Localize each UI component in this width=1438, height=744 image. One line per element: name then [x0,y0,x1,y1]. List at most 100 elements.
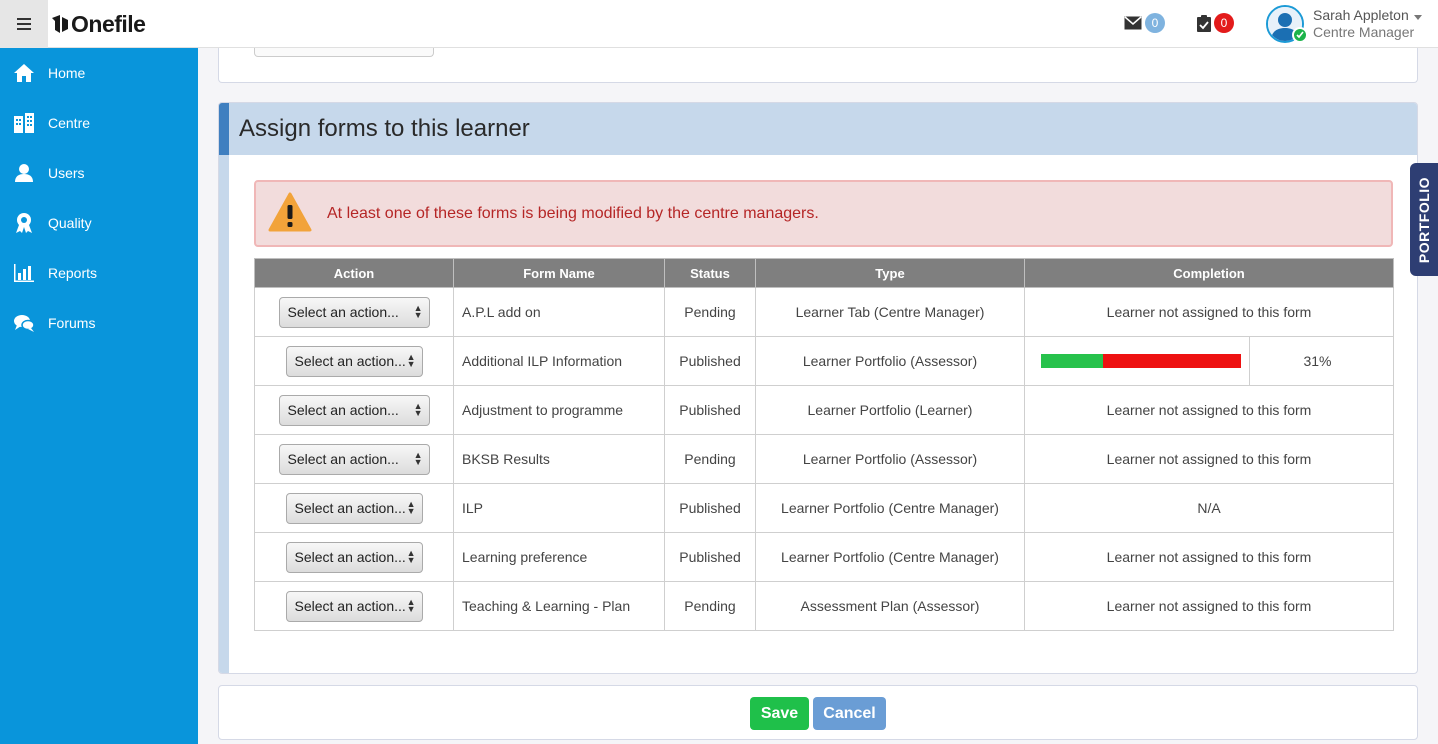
action-select[interactable]: Select an action... ▲ ▼ [285,590,423,622]
table-row: Select an action... ▲ ▼ Learning preferenc… [254,532,1394,582]
cancel-button[interactable]: Cancel [813,697,886,730]
previous-panel [218,48,1418,83]
status-cell: Pending [664,434,756,484]
action-cell: Select an action... ▲ ▼ [254,287,454,337]
action-select-value: Select an action... [294,549,406,565]
column-header-completion: Completion [1024,258,1394,288]
sidebar-item-label: Forums [48,315,96,331]
select-arrows-icon: ▲ ▼ [413,401,423,418]
portfolio-tab-label: PORTFOLIO [1416,176,1432,263]
sidebar-item-reports[interactable]: Reports [0,248,198,298]
home-icon [12,61,36,85]
form-actions-panel: Save Cancel [218,685,1418,740]
table-header-row: Action Form Name Status Type Completion [254,258,1394,288]
action-cell: Select an action... ▲ ▼ [254,483,454,533]
user-role: Centre Manager [1313,24,1415,40]
action-select[interactable]: Select an action... ▲ ▼ [285,541,423,573]
logo-text: Onefile [71,10,146,37]
type-cell: Learner Tab (Centre Manager) [755,287,1025,337]
action-select[interactable]: Select an action... ▲ ▼ [285,492,423,524]
top-bar: Onefile 0 0 Sarah Appleton Centre Manage… [0,0,1438,48]
sidebar-item-label: Reports [48,265,98,281]
type-cell: Learner Portfolio (Assessor) [755,336,1025,386]
action-select[interactable]: Select an action... ▲ ▼ [285,345,423,377]
panel-header: Assign forms to this learner [229,103,1417,155]
table-row: Select an action... ▲ ▼ Teaching & Learnin… [254,581,1394,631]
completion-progress-remaining [1103,354,1241,368]
select-arrows-icon: ▲ ▼ [413,303,423,320]
completion-percent: 31% [1303,353,1332,369]
sidebar-item-label: Home [48,65,86,81]
table-row: Select an action... ▲ ▼ BKSB Results Pendi… [254,434,1394,484]
tasks-button[interactable]: 0 [1197,13,1234,33]
table-row: Select an action... ▲ ▼ Adjustment to prog… [254,385,1394,435]
status-cell: Pending [664,581,756,631]
form-name-cell: Learning preference [453,532,665,582]
menu-toggle-button[interactable] [0,0,48,48]
chat-bubbles-icon [12,311,36,335]
save-button[interactable]: Save [750,697,809,730]
completion-cell: N/A [1024,483,1394,533]
action-select[interactable]: Select an action... ▲ ▼ [278,443,430,475]
sidebar-item-users[interactable]: Users [0,148,198,198]
form-name-cell: Adjustment to programme [453,385,665,435]
sidebar-item-label: Quality [48,215,92,231]
type-cell: Learner Portfolio (Learner) [755,385,1025,435]
column-header-type: Type [755,258,1025,288]
select-arrows-icon: ▲ ▼ [406,499,416,516]
logo-mark-icon [52,15,68,33]
action-select-value: Select an action... [287,304,399,320]
user-menu-caret-icon[interactable] [1414,15,1422,20]
sidebar-item-home[interactable]: Home [0,48,198,98]
portfolio-side-tab[interactable]: PORTFOLIO [1410,163,1438,276]
form-name-cell: BKSB Results [453,434,665,484]
online-status-icon [1292,27,1308,43]
quality-icon [12,211,36,235]
action-select[interactable]: Select an action... ▲ ▼ [278,394,430,426]
form-name-cell: Additional ILP Information [453,336,665,386]
onefile-logo[interactable]: Onefile [52,10,146,38]
column-header-action: Action [254,258,454,288]
table-row: Select an action... ▲ ▼ Additional ILP Inf… [254,336,1394,386]
completion-cell: Learner not assigned to this form [1024,385,1394,435]
sidebar-item-label: Centre [48,115,91,131]
bar-chart-icon [12,261,36,285]
type-cell: Learner Portfolio (Assessor) [755,434,1025,484]
column-header-form-name: Form Name [453,258,665,288]
type-cell: Assessment Plan (Assessor) [755,581,1025,631]
sidebar-item-quality[interactable]: Quality [0,198,198,248]
sidebar-item-forums[interactable]: Forums [0,298,198,348]
action-select-value: Select an action... [287,451,399,467]
table-row: Select an action... ▲ ▼ A.P.L add on Pendi… [254,287,1394,337]
warning-alert: At least one of these forms is being mod… [254,180,1393,247]
panel-accent-bar [219,103,229,673]
sidebar-item-label: Users [48,165,85,181]
clipboard-icon [1197,14,1211,32]
status-cell: Published [664,532,756,582]
completion-cell: Learner not assigned to this form [1024,434,1394,484]
envelope-icon [1124,16,1142,30]
table-row: Select an action... ▲ ▼ ILP Published Lear… [254,483,1394,533]
completion-progress-bar [1041,354,1241,368]
sidebar-item-centre[interactable]: Centre [0,98,198,148]
completion-cell: Learner not assigned to this form [1024,287,1394,337]
select-arrows-icon: ▲ ▼ [406,548,416,565]
completion-cell: 31% [1024,336,1394,386]
form-name-cell: A.P.L add on [453,287,665,337]
completion-cell: Learner not assigned to this form [1024,581,1394,631]
action-cell: Select an action... ▲ ▼ [254,532,454,582]
completion-progress-fill [1041,354,1103,368]
status-cell: Pending [664,287,756,337]
action-cell: Select an action... ▲ ▼ [254,581,454,631]
user-name[interactable]: Sarah Appleton [1313,7,1409,23]
panel-accent-bar-top [219,103,229,155]
status-cell: Published [664,483,756,533]
previous-panel-control[interactable] [254,48,434,57]
completion-cell: Learner not assigned to this form [1024,532,1394,582]
status-cell: Published [664,336,756,386]
messages-button[interactable]: 0 [1124,13,1165,33]
action-select[interactable]: Select an action... ▲ ▼ [278,296,430,328]
action-select-value: Select an action... [294,500,406,516]
action-select-value: Select an action... [294,598,406,614]
select-arrows-icon: ▲ ▼ [406,352,416,369]
